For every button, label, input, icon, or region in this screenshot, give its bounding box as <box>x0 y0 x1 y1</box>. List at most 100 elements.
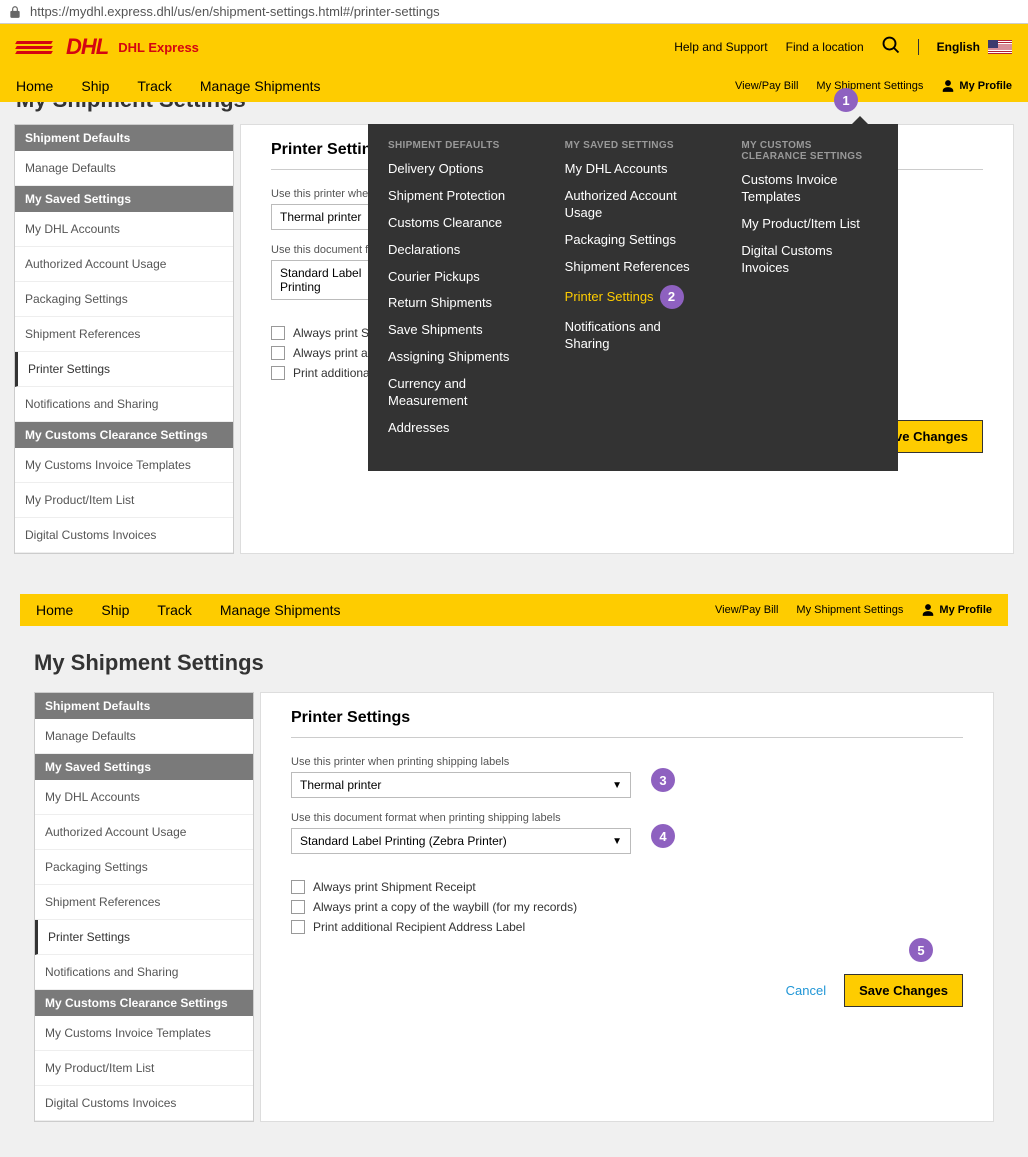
sidebar-item-dhl-accounts[interactable]: My DHL Accounts <box>15 212 233 247</box>
dd-header-shipment-defaults: SHIPMENT DEFAULTS <box>388 140 525 151</box>
sidebar-item-authorized-usage-2[interactable]: Authorized Account Usage <box>35 815 253 850</box>
nav-manage[interactable]: Manage Shipments <box>200 78 321 94</box>
dd-digital-invoices[interactable]: Digital Customs Invoices <box>741 243 878 277</box>
sidebar-item-packaging[interactable]: Packaging Settings <box>15 282 233 317</box>
callout-badge-5: 5 <box>909 938 933 962</box>
sidebar-item-shipment-refs-2[interactable]: Shipment References <box>35 885 253 920</box>
dd-header-customs: MY CUSTOMS CLEARANCE SETTINGS <box>741 140 878 162</box>
dd-notifications[interactable]: Notifications and Sharing <box>565 319 702 353</box>
dd-currency-measurement[interactable]: Currency and Measurement <box>388 376 525 410</box>
checkbox-receipt-row-2: Always print Shipment Receipt <box>291 880 963 894</box>
my-profile-label-2: My Profile <box>939 604 992 616</box>
dd-packaging[interactable]: Packaging Settings <box>565 232 702 249</box>
search-icon[interactable] <box>882 36 900 59</box>
sidebar-item-shipment-refs[interactable]: Shipment References <box>15 317 233 352</box>
nav-ship-2[interactable]: Ship <box>101 602 129 618</box>
sidebar-header-customs-2: My Customs Clearance Settings <box>35 990 253 1016</box>
dd-customs-clearance[interactable]: Customs Clearance <box>388 215 525 232</box>
sidebar-item-authorized-usage[interactable]: Authorized Account Usage <box>15 247 233 282</box>
format-select-value-2: Standard Label Printing (Zebra Printer) <box>300 834 507 848</box>
nav-manage-2[interactable]: Manage Shipments <box>220 602 341 618</box>
nav-home[interactable]: Home <box>16 78 53 94</box>
page-title-partial: My Shipment Settings <box>0 100 1028 118</box>
my-shipment-settings-dropdown: SHIPMENT DEFAULTS Delivery Options Shipm… <box>368 124 898 471</box>
dd-printer-settings[interactable]: Printer Settings 2 <box>565 285 702 309</box>
checkbox-waybill-2[interactable] <box>291 900 305 914</box>
sidebar-header-shipment-defaults-2: Shipment Defaults <box>35 693 253 719</box>
sidebar-item-manage-defaults[interactable]: Manage Defaults <box>15 151 233 186</box>
dhl-express-label: DHL Express <box>118 40 199 55</box>
language-selector[interactable]: English <box>937 40 1012 54</box>
url-text[interactable]: https://mydhl.express.dhl/us/en/shipment… <box>30 4 440 19</box>
sidebar-item-packaging-2[interactable]: Packaging Settings <box>35 850 253 885</box>
format-select-2[interactable]: Standard Label Printing (Zebra Printer) … <box>291 828 631 854</box>
dd-shipment-refs[interactable]: Shipment References <box>565 259 702 276</box>
checkbox-address-label-2: Print additional Recipient Address Label <box>313 920 525 934</box>
printer-select-2[interactable]: Thermal printer ▼ <box>291 772 631 798</box>
sidebar-item-manage-defaults-2[interactable]: Manage Defaults <box>35 719 253 754</box>
sidebar-item-dhl-accounts-2[interactable]: My DHL Accounts <box>35 780 253 815</box>
global-header: DHL DHL Express Help and Support Find a … <box>0 24 1028 70</box>
dd-assigning-shipments[interactable]: Assigning Shipments <box>388 349 525 366</box>
dd-return-shipments[interactable]: Return Shipments <box>388 295 525 312</box>
page-title: My Shipment Settings <box>0 626 1028 692</box>
checkbox-address[interactable] <box>271 366 285 380</box>
dd-customs-templates[interactable]: Customs Invoice Templates <box>741 172 878 206</box>
nav-my-profile[interactable]: My Profile <box>941 79 1012 93</box>
sidebar-item-customs-templates[interactable]: My Customs Invoice Templates <box>15 448 233 483</box>
checkbox-receipt-label-2: Always print Shipment Receipt <box>313 880 476 894</box>
nav-my-shipment-settings-2[interactable]: My Shipment Settings <box>796 604 903 616</box>
sidebar-item-digital-invoices-2[interactable]: Digital Customs Invoices <box>35 1086 253 1121</box>
dd-shipment-protection[interactable]: Shipment Protection <box>388 188 525 205</box>
settings-sidebar: Shipment Defaults Manage Defaults My Sav… <box>14 124 234 554</box>
nav-view-pay-bill[interactable]: View/Pay Bill <box>735 80 798 92</box>
chevron-down-icon: ▼ <box>612 780 622 791</box>
profile-icon <box>941 79 955 93</box>
dd-addresses[interactable]: Addresses <box>388 420 525 437</box>
checkbox-address-2[interactable] <box>291 920 305 934</box>
callout-badge-2: 2 <box>660 285 684 309</box>
sidebar-item-printer-settings[interactable]: Printer Settings <box>15 352 233 387</box>
header-right: Help and Support Find a location English <box>674 36 1012 59</box>
sidebar-item-product-list[interactable]: My Product/Item List <box>15 483 233 518</box>
dd-delivery-options[interactable]: Delivery Options <box>388 161 525 178</box>
dhl-logo: DHL <box>66 34 108 60</box>
sidebar-item-customs-templates-2[interactable]: My Customs Invoice Templates <box>35 1016 253 1051</box>
checkbox-receipt-2[interactable] <box>291 880 305 894</box>
sidebar-header-saved-settings-2: My Saved Settings <box>35 754 253 780</box>
nav-ship[interactable]: Ship <box>81 78 109 94</box>
checkbox-waybill[interactable] <box>271 346 285 360</box>
nav-my-profile-2[interactable]: My Profile <box>921 603 992 617</box>
settings-sidebar-2: Shipment Defaults Manage Defaults My Sav… <box>34 692 254 1122</box>
lock-icon <box>8 5 22 19</box>
checkbox-address-row-2: Print additional Recipient Address Label <box>291 920 963 934</box>
callout-badge-1: 1 <box>834 88 858 112</box>
dd-declarations[interactable]: Declarations <box>388 242 525 259</box>
help-support-link[interactable]: Help and Support <box>674 40 767 54</box>
profile-icon-2 <box>921 603 935 617</box>
dhl-stripes-icon <box>16 41 52 54</box>
dd-courier-pickups[interactable]: Courier Pickups <box>388 269 525 286</box>
language-label: English <box>937 40 980 54</box>
sidebar-item-notifications-2[interactable]: Notifications and Sharing <box>35 955 253 990</box>
find-location-link[interactable]: Find a location <box>786 40 864 54</box>
sidebar-item-digital-invoices[interactable]: Digital Customs Invoices <box>15 518 233 553</box>
sidebar-item-notifications[interactable]: Notifications and Sharing <box>15 387 233 422</box>
dd-authorized-usage[interactable]: Authorized Account Usage <box>565 188 702 222</box>
nav-home-2[interactable]: Home <box>36 602 73 618</box>
nav-view-pay-bill-2[interactable]: View/Pay Bill <box>715 604 778 616</box>
nav-my-shipment-settings[interactable]: My Shipment Settings <box>816 80 923 92</box>
checkbox-receipt[interactable] <box>271 326 285 340</box>
sidebar-item-printer-settings-2[interactable]: Printer Settings <box>35 920 253 955</box>
cancel-link-2[interactable]: Cancel <box>786 983 826 998</box>
dd-dhl-accounts[interactable]: My DHL Accounts <box>565 161 702 178</box>
dd-product-list[interactable]: My Product/Item List <box>741 216 878 233</box>
printer-label-2: Use this printer when printing shipping … <box>291 756 963 768</box>
main-nav: Home Ship Track Manage Shipments View/Pa… <box>0 70 1028 102</box>
save-button-2[interactable]: Save Changes <box>844 974 963 1007</box>
dd-save-shipments[interactable]: Save Shipments <box>388 322 525 339</box>
nav-track[interactable]: Track <box>137 78 171 94</box>
sidebar-item-product-list-2[interactable]: My Product/Item List <box>35 1051 253 1086</box>
nav-track-2[interactable]: Track <box>157 602 191 618</box>
logo-area[interactable]: DHL DHL Express <box>16 34 199 60</box>
